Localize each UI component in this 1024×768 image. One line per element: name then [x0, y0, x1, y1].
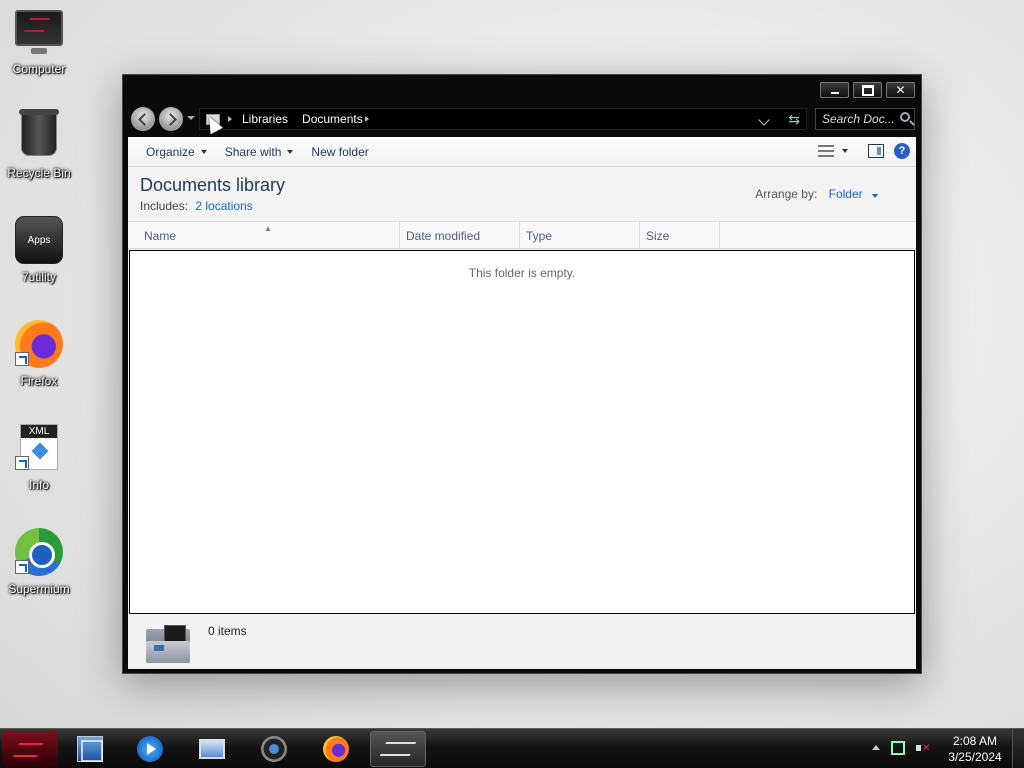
- column-header-date-modified[interactable]: Date modified: [400, 222, 520, 248]
- firefox-icon: [323, 736, 349, 762]
- details-pane: 0 items: [128, 615, 916, 669]
- forward-button[interactable]: [159, 107, 183, 131]
- apps-badge-text: Apps: [27, 234, 51, 246]
- organize-button[interactable]: Organize: [146, 145, 207, 159]
- shortcut-arrow-icon: [15, 560, 29, 574]
- breadcrumb-libraries[interactable]: Libraries: [242, 112, 288, 126]
- search-placeholder: Search Doc...: [822, 112, 895, 126]
- window-titlebar[interactable]: ✕: [123, 75, 921, 103]
- desktop-icon-label: Recycle Bin: [7, 166, 71, 180]
- column-header-row: Name Date modified Type Size ▲: [128, 221, 916, 249]
- taskbar-monitor-button[interactable]: [184, 731, 240, 767]
- camera-icon: [261, 736, 287, 762]
- back-button[interactable]: [131, 107, 155, 131]
- arrange-label: Arrange by:: [755, 187, 818, 201]
- item-count: 0 items: [208, 624, 247, 638]
- address-dropdown-icon[interactable]: [758, 114, 770, 126]
- taskbar: 2:08 AM 3/25/2024: [0, 728, 1024, 768]
- volume-muted-icon[interactable]: [916, 741, 930, 755]
- change-view-icon[interactable]: [818, 145, 834, 157]
- sort-ascending-icon: ▲: [264, 224, 272, 233]
- breadcrumb-documents[interactable]: Documents: [302, 112, 363, 126]
- preview-pane-icon[interactable]: [868, 144, 884, 158]
- command-bar: Organize Share with New folder ?: [128, 137, 916, 167]
- recent-pages-dropdown[interactable]: [187, 116, 195, 120]
- view-options-chevron-icon[interactable]: [842, 149, 848, 153]
- desktop-icon-firefox[interactable]: Firefox: [4, 320, 74, 416]
- desktop-icon-label: Computer: [12, 62, 66, 76]
- breadcrumb-chevron-icon[interactable]: [364, 116, 369, 122]
- desktop-icon-label: 7utility: [21, 270, 56, 284]
- start-button[interactable]: [2, 731, 58, 767]
- rog-icon: [379, 742, 417, 756]
- search-input[interactable]: Search Doc...: [815, 108, 915, 130]
- clock-time: 2:08 AM: [952, 734, 998, 748]
- close-button[interactable]: ✕: [886, 82, 915, 98]
- chevron-down-icon: [200, 149, 207, 154]
- desktop-icon-supermium[interactable]: Supermium: [4, 528, 74, 624]
- minimize-button[interactable]: [820, 82, 849, 98]
- desktop-icon-computer[interactable]: Computer: [4, 8, 74, 104]
- desktop-icon-label: Supermium: [8, 582, 70, 596]
- column-header-size[interactable]: Size: [640, 222, 720, 248]
- clock-date: 3/25/2024: [948, 750, 1002, 764]
- taskbar-rog-button[interactable]: [370, 731, 426, 767]
- arrange-by-dropdown[interactable]: Folder: [829, 187, 878, 201]
- desktop-icon-label: Firefox: [20, 374, 58, 388]
- maximize-button[interactable]: [853, 82, 882, 98]
- taskbar-media-player-button[interactable]: [122, 731, 178, 767]
- library-folder-icon: [146, 625, 192, 663]
- desktop-icon-7utility[interactable]: Apps 7utility: [4, 216, 74, 312]
- new-folder-label: New folder: [311, 144, 369, 159]
- explorer-icon: [77, 736, 103, 762]
- includes-label: Includes:: [140, 199, 189, 213]
- locations-link[interactable]: 2 locations: [195, 199, 252, 213]
- address-bar[interactable]: Libraries Documents ⇆: [199, 108, 807, 130]
- search-icon[interactable]: [900, 112, 910, 122]
- clock[interactable]: 2:08 AM 3/25/2024: [940, 733, 1010, 765]
- desktop-icon-recycle-bin[interactable]: Recycle Bin: [4, 109, 74, 208]
- file-list[interactable]: This folder is empty.: [129, 250, 915, 614]
- library-header: Documents library Includes: 2 locations …: [128, 167, 916, 221]
- taskbar-explorer-button[interactable]: [62, 731, 118, 767]
- desktop-icon-label: Info: [28, 478, 49, 492]
- firefox-icon: [15, 320, 63, 368]
- explorer-content: Organize Share with New folder ? Documen…: [128, 137, 916, 669]
- taskbar-firefox-button[interactable]: [308, 731, 364, 767]
- recycle-bin-icon: [15, 109, 63, 160]
- arrange-by: Arrange by: Folder: [755, 187, 878, 201]
- navigation-bar: Libraries Documents ⇆ Search Doc...: [123, 103, 921, 133]
- arrange-value: Folder: [828, 187, 863, 201]
- breadcrumb-chevron-icon[interactable]: [228, 116, 232, 122]
- computer-icon: [15, 8, 63, 56]
- show-hidden-icons-icon[interactable]: [872, 745, 880, 750]
- column-header-type[interactable]: Type: [520, 222, 640, 248]
- library-includes: Includes: 2 locations: [140, 199, 253, 213]
- shortcut-arrow-icon: [15, 352, 29, 366]
- refresh-icon[interactable]: ⇆: [788, 111, 800, 128]
- share-with-button[interactable]: Share with: [225, 145, 294, 159]
- xml-badge-text: XML: [21, 425, 57, 438]
- library-title: Documents library: [140, 175, 286, 195]
- help-icon[interactable]: ?: [894, 143, 910, 159]
- show-desktop-button[interactable]: [1012, 729, 1024, 768]
- empty-folder-message: This folder is empty.: [468, 266, 576, 280]
- desktop-icon-info[interactable]: XML Info: [4, 424, 74, 520]
- taskbar-camera-button[interactable]: [246, 731, 302, 767]
- chevron-down-icon: [872, 194, 878, 198]
- supermium-icon: [15, 528, 63, 576]
- media-player-icon: [137, 736, 163, 762]
- share-with-label: Share with: [224, 144, 282, 159]
- explorer-window: ✕ Libraries Documents ⇆ Search Doc... Or…: [122, 74, 922, 674]
- network-icon[interactable]: [891, 741, 905, 755]
- new-folder-button[interactable]: New folder: [311, 145, 368, 159]
- organize-label: Organize: [146, 144, 195, 159]
- shortcut-arrow-icon: [15, 456, 29, 470]
- apps-icon: Apps: [15, 216, 63, 264]
- xml-file-icon: XML: [15, 424, 63, 472]
- chevron-down-icon: [287, 149, 294, 154]
- monitor-icon: [199, 739, 225, 759]
